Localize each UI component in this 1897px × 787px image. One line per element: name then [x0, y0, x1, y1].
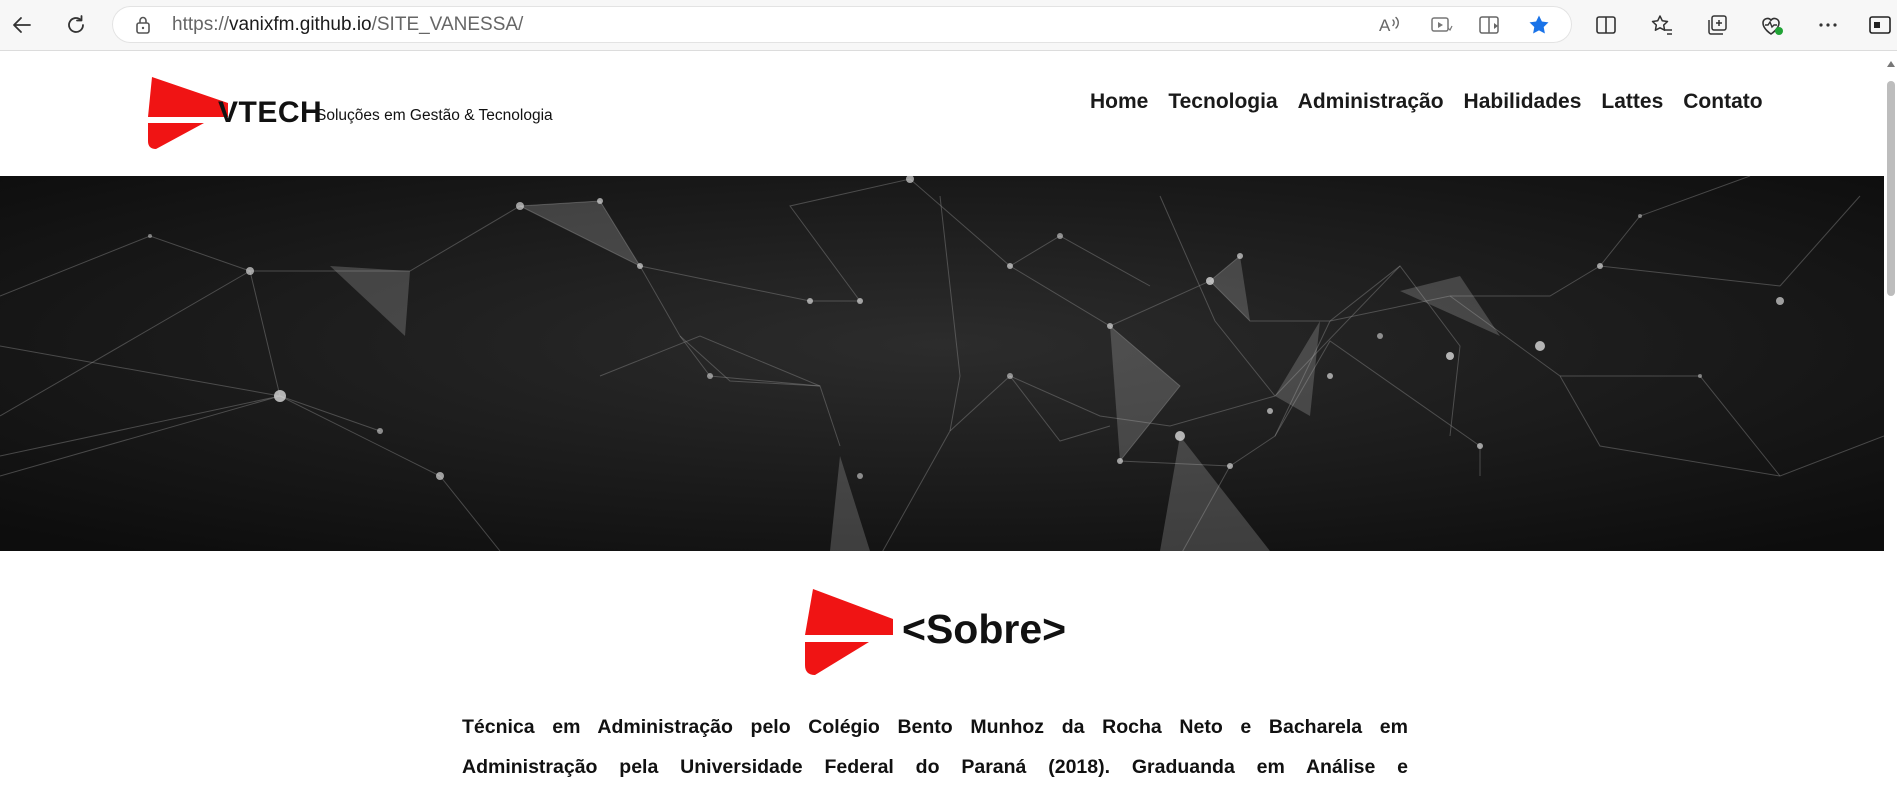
browser-essentials-icon[interactable] — [1756, 9, 1788, 41]
svg-text:A: A — [1379, 16, 1391, 35]
split-screen-icon[interactable] — [1590, 9, 1622, 41]
sobre-paragraph-line: Técnica em Administração pelo Colégio Be… — [462, 716, 1408, 738]
sobre-paragraph-line: Administração pela Universidade Federal … — [462, 756, 1408, 778]
sobre-paragraph: Técnica em Administração pelo Colégio Be… — [462, 707, 1408, 787]
favorites-icon[interactable] — [1646, 9, 1678, 41]
more-icon[interactable] — [1812, 9, 1844, 41]
nav-home[interactable]: Home — [1090, 90, 1148, 114]
site-header: VTECH Soluções em Gestão & Tecnologia Ho… — [0, 51, 1884, 176]
lock-icon[interactable] — [134, 15, 152, 40]
nav-contato[interactable]: Contato — [1683, 90, 1762, 114]
address-bar[interactable]: https://vanixfm.github.io/SITE_VANESSA/ — [112, 6, 1572, 43]
favorite-star-icon[interactable] — [1523, 9, 1555, 41]
scroll-up-icon[interactable] — [1886, 55, 1896, 73]
main-nav: Home Tecnologia Administração Habilidade… — [1090, 90, 1763, 114]
vtech-logo-icon[interactable] — [144, 77, 228, 154]
browser-toolbar: https://vanixfm.github.io/SITE_VANESSA/ … — [0, 0, 1897, 51]
sobre-logo-icon — [803, 589, 893, 680]
scroll-thumb[interactable] — [1887, 81, 1895, 296]
sidebar-icon[interactable] — [1864, 9, 1896, 41]
immersive-reader-icon[interactable] — [1425, 9, 1457, 41]
nav-tecnologia[interactable]: Tecnologia — [1168, 90, 1277, 114]
collections-icon[interactable] — [1701, 9, 1733, 41]
back-icon[interactable] — [6, 9, 38, 41]
nav-habilidades[interactable]: Habilidades — [1464, 90, 1582, 114]
hero-banner — [0, 176, 1884, 551]
reader-view-icon[interactable] — [1475, 9, 1507, 41]
brand-tagline: Soluções em Gestão & Tecnologia — [316, 107, 553, 124]
page-scrollbar[interactable] — [1884, 51, 1897, 786]
brand-name[interactable]: VTECH — [218, 96, 322, 130]
nav-lattes[interactable]: Lattes — [1601, 90, 1663, 114]
network-background-image — [0, 176, 1884, 551]
url-text[interactable]: https://vanixfm.github.io/SITE_VANESSA/ — [172, 14, 523, 36]
refresh-icon[interactable] — [60, 9, 92, 41]
nav-administracao[interactable]: Administração — [1298, 90, 1444, 114]
read-aloud-icon[interactable]: A — [1374, 9, 1406, 41]
sobre-title: <Sobre> — [902, 606, 1067, 652]
